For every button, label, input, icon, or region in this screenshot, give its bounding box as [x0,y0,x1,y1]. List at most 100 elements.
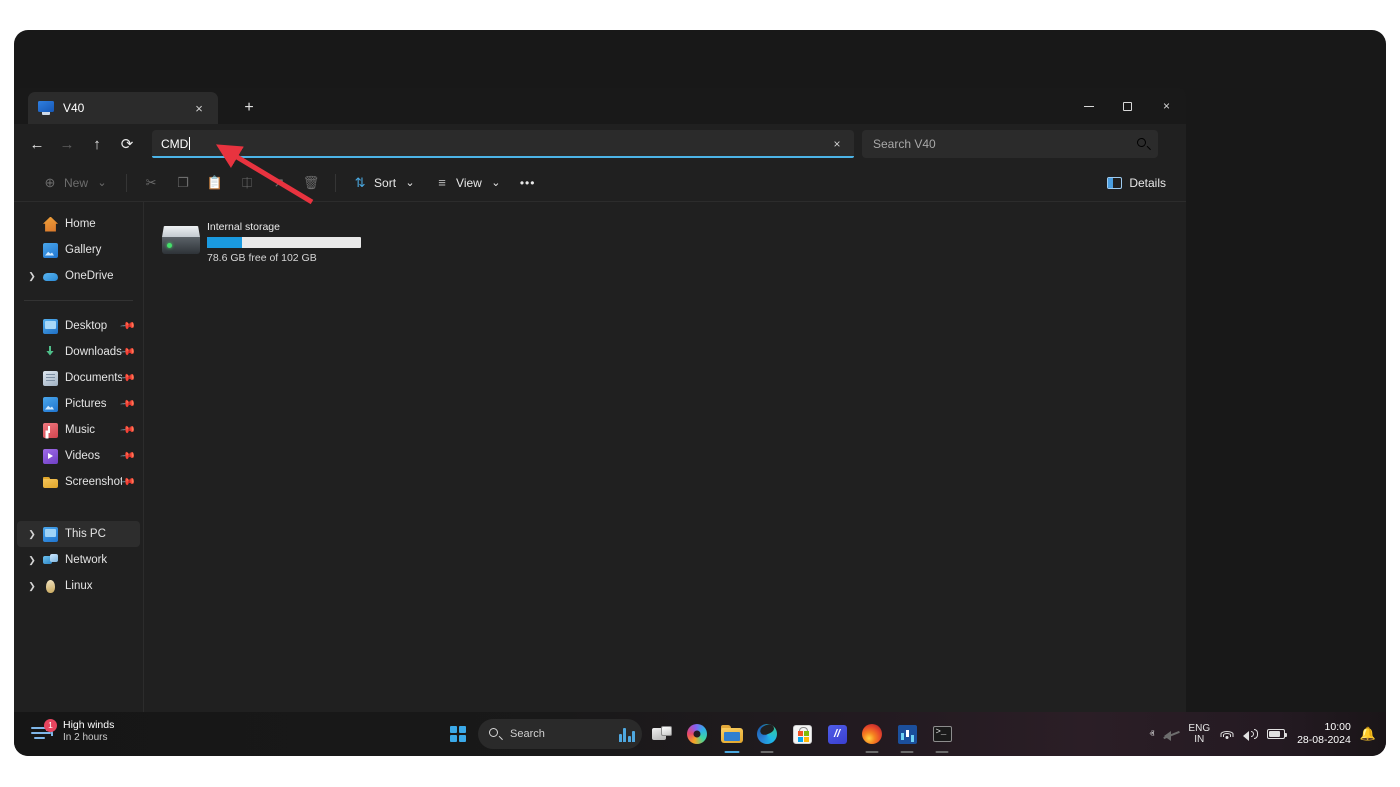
show-hidden-icons-button[interactable]: ⱏ [1149,729,1154,740]
clock[interactable]: 10:00 28-08-2024 [1297,721,1351,746]
folder-icon [43,475,58,490]
chevron-right-icon[interactable]: ❯ [26,547,38,573]
sidebar-item-screenshots[interactable]: Screenshots 📌 [17,469,140,495]
paste-button[interactable]: 📋 [199,169,231,197]
taskbar-app-copilot[interactable] [682,719,712,749]
sidebar-item-gallery[interactable]: Gallery [17,237,140,263]
more-options-button[interactable]: ••• [512,169,544,197]
onedrive-icon [43,269,58,284]
sidebar-item-pictures[interactable]: Pictures 📌 [17,391,140,417]
sidebar-item-music[interactable]: Music 📌 [17,417,140,443]
pin-icon[interactable]: 📌 [120,344,137,361]
rename-button[interactable]: ⎅ [231,169,263,197]
microsoft-store-icon [792,724,812,744]
copilot-icon [687,724,707,744]
pin-icon[interactable]: 📌 [120,448,137,465]
details-pane-button[interactable]: Details [1099,169,1174,197]
sidebar-item-downloads[interactable]: Downloads 📌 [17,339,140,365]
clear-address-button[interactable]: × [826,133,848,155]
up-button[interactable]: ↑ [82,129,112,159]
battery-icon[interactable] [1267,729,1288,739]
navigation-pane[interactable]: Home Gallery ❯ OneDrive Desktop 📌 Downlo… [14,202,144,743]
firefox-icon [862,724,882,744]
address-bar-row: ← → ↑ ⟳ CMD × Search V40 [14,124,1186,164]
pin-icon[interactable]: 📌 [120,396,137,413]
trash-icon: 🗑 [302,174,320,190]
taskbar-app-firefox[interactable] [857,719,887,749]
weather-title: High winds [63,719,115,731]
sidebar-item-label: Screenshots [65,476,122,488]
refresh-button[interactable]: ⟳ [112,129,142,159]
chevron-right-icon[interactable]: ❯ [26,263,38,289]
cut-button[interactable]: ✂ [135,169,167,197]
copy-icon: ❐ [177,174,189,190]
chevron-right-icon[interactable]: ❯ [26,573,38,599]
taskbar-app-file-explorer[interactable] [717,719,747,749]
new-tab-button[interactable]: + [236,96,262,120]
sidebar-item-home[interactable]: Home [17,211,140,237]
taskbar-app-terminal[interactable] [927,719,957,749]
sidebar-item-onedrive[interactable]: ❯ OneDrive [17,263,140,289]
close-tab-button[interactable]: × [188,97,210,119]
pin-icon[interactable]: 📌 [120,318,137,335]
file-explorer-window: V40 × + × ← → ↑ ⟳ CMD × Search V40 ⊕ New… [14,88,1186,743]
volume-icon[interactable] [1243,728,1258,741]
weather-widget[interactable]: 1 High winds In 2 hours [24,715,126,749]
search-input[interactable]: Search V40 [862,130,1158,158]
sidebar-item-desktop[interactable]: Desktop 📌 [17,313,140,339]
terminal-icon [932,726,952,742]
taskbar-app-task-view[interactable] [647,719,677,749]
wifi-icon[interactable] [1219,728,1234,740]
drive-free-text: 78.6 GB free of 102 GB [207,252,317,264]
details-label: Details [1129,175,1166,190]
excel-icon [897,724,917,744]
sidebar-item-this-pc[interactable]: ❯ This PC [17,521,140,547]
new-button[interactable]: ⊕ New ⌄ [34,169,118,197]
sidebar-item-documents[interactable]: Documents 📌 [17,365,140,391]
back-button[interactable]: ← [22,129,52,159]
start-button[interactable] [443,719,473,749]
file-list-pane[interactable]: Internal storage 78.6 GB free of 102 GB [144,202,1186,743]
sidebar-item-linux[interactable]: ❯ Linux [17,573,140,599]
linux-icon [43,579,58,594]
sidebar-item-network[interactable]: ❯ Network [17,547,140,573]
notifications-bell-icon[interactable]: 🔔 [1360,726,1376,742]
pin-icon[interactable]: 📌 [120,474,137,491]
taskbar-app-excel[interactable] [892,719,922,749]
view-icon: ≡ [438,175,446,190]
taskbar-app-microsoft-edge[interactable] [752,719,782,749]
address-bar[interactable]: CMD × [152,130,854,158]
sort-button[interactable]: ⇅ Sort ⌄ [344,169,426,197]
pin-icon[interactable]: 📌 [120,422,137,439]
weather-subtitle: In 2 hours [63,732,108,744]
language-line-1: ENG [1188,722,1211,734]
pin-icon[interactable]: 📌 [120,370,137,387]
m-app-icon: // [827,724,847,744]
minimize-button[interactable] [1069,88,1108,124]
tab-v40[interactable]: V40 × [28,92,218,124]
view-button[interactable]: ≡ View ⌄ [426,169,512,197]
forward-button[interactable]: → [52,129,82,159]
drive-internal-storage[interactable]: Internal storage 78.6 GB free of 102 GB [158,216,373,268]
sidebar-item-videos[interactable]: Videos 📌 [17,443,140,469]
language-indicator[interactable]: ENG IN [1188,723,1210,745]
copy-button[interactable]: ❐ [167,169,199,197]
network-icon [43,553,58,568]
close-window-button[interactable]: × [1147,88,1186,124]
share-button[interactable]: ↗ [263,169,295,197]
desktop-screen: V40 × + × ← → ↑ ⟳ CMD × Search V40 ⊕ New… [14,30,1386,756]
widgets-icon[interactable] [618,727,635,742]
chevron-right-icon[interactable]: ❯ [26,521,38,547]
maximize-button[interactable] [1108,88,1147,124]
this-pc-icon [43,526,58,542]
file-explorer-icon [721,725,743,743]
mute-icon[interactable] [1163,728,1181,741]
delete-button[interactable]: 🗑 [295,169,327,197]
sidebar-item-label: Documents [65,372,122,384]
taskbar-app-microsoft-store[interactable] [787,719,817,749]
sidebar-item-label: Linux [65,580,93,592]
pictures-icon [43,396,58,412]
taskbar-app-m[interactable]: // [822,719,852,749]
taskbar-search-box[interactable]: Search [478,719,642,749]
